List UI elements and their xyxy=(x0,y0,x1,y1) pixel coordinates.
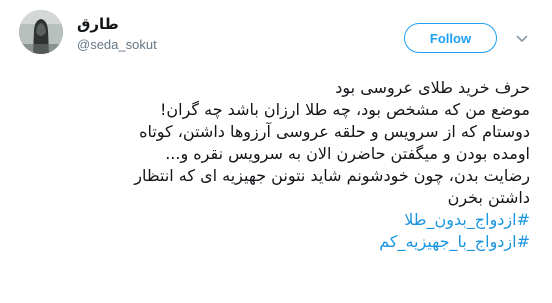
tweet-text: حرف خرید طلای عروسی بود موضع من که مشخص … xyxy=(20,77,530,253)
tweet-line: داشتن بخرن xyxy=(447,188,530,207)
tweet-card: طارق @seda_sokut Follow حرف خرید طلای عر… xyxy=(0,0,552,303)
user-handle[interactable]: @seda_sokut xyxy=(77,37,157,52)
chevron-down-icon[interactable] xyxy=(515,32,529,46)
tweet-line: رضایت بدن، چون خودشونم شاید نتونن جهیزیه… xyxy=(134,166,530,185)
tweet-line: اومده بودن و میگفتن حاضرن الان به سرویس … xyxy=(165,144,530,163)
display-name[interactable]: طارق xyxy=(77,15,119,33)
hashtag-link[interactable]: #ازدواج_بدون_طلا xyxy=(20,209,530,231)
avatar-image xyxy=(19,10,63,54)
hashtag-link[interactable]: #ازدواج_با_جهیزیه_کم xyxy=(20,231,530,253)
tweet-line: دوستام که از سرویس و حلقه عروسی آرزوها د… xyxy=(139,122,530,141)
follow-button[interactable]: Follow xyxy=(404,23,497,53)
tweet-line: حرف خرید طلای عروسی بود xyxy=(335,78,530,97)
avatar[interactable] xyxy=(19,10,63,54)
tweet-line: موضع من که مشخص بود، چه طلا ارزان باشد چ… xyxy=(159,100,530,119)
